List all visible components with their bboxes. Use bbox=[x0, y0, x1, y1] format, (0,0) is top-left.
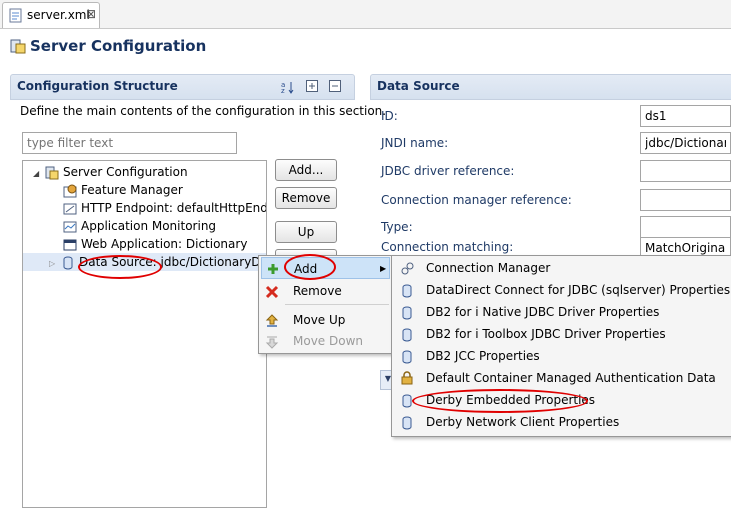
connection-matching-label: Connection matching: bbox=[381, 240, 514, 254]
submenu-item-db2-native-properties[interactable]: DB2 for i Native JDBC Driver Properties bbox=[392, 301, 731, 323]
http-endpoint-icon bbox=[63, 202, 77, 216]
svg-text:z: z bbox=[281, 87, 285, 94]
properties-icon bbox=[400, 349, 414, 364]
close-tab-icon[interactable]: ⊠ bbox=[86, 7, 96, 21]
configuration-structure-section: Configuration Structure az Define the ma… bbox=[10, 74, 386, 508]
section-description: Define the main contents of the configur… bbox=[20, 104, 387, 118]
submenu-item-db2-toolbox-properties[interactable]: DB2 for i Toolbox JDBC Driver Properties bbox=[392, 323, 731, 345]
tree-filter-input[interactable] bbox=[22, 132, 237, 154]
submenu-item-derby-embedded-properties[interactable]: Derby Embedded Properties bbox=[392, 389, 731, 411]
submenu-item-label: Default Container Managed Authentication… bbox=[426, 371, 716, 385]
submenu-arrow-icon: ▶ bbox=[380, 264, 387, 273]
context-menu: Add ▶ Remove Move Up Move Down bbox=[258, 255, 393, 354]
section-title: Configuration Structure bbox=[17, 79, 178, 93]
monitor-icon bbox=[63, 220, 77, 234]
tree-item-server-configuration[interactable]: ◢ Server Configuration bbox=[23, 163, 188, 181]
jdbc-driver-reference-field[interactable] bbox=[640, 160, 731, 182]
add-button[interactable]: Add... bbox=[275, 159, 337, 181]
section-title: Data Source bbox=[377, 79, 460, 93]
move-down-icon bbox=[265, 334, 279, 349]
up-button[interactable]: Up bbox=[275, 221, 337, 243]
tree-item-label: Web Application: Dictionary bbox=[81, 237, 248, 251]
id-label: ID: bbox=[381, 109, 398, 123]
properties-icon bbox=[400, 283, 414, 298]
tree-item-label: Application Monitoring bbox=[81, 219, 217, 233]
properties-icon bbox=[400, 305, 414, 320]
page-title: Server Configuration bbox=[30, 37, 207, 55]
tree-item-label: Feature Manager bbox=[81, 183, 183, 197]
server-config-icon bbox=[10, 38, 26, 57]
submenu-item-label: DB2 JCC Properties bbox=[426, 349, 540, 363]
tree-item-label: Server Configuration bbox=[63, 165, 188, 179]
submenu-item-label: DB2 for i Toolbox JDBC Driver Properties bbox=[426, 327, 666, 341]
server-config-icon bbox=[45, 166, 59, 180]
expand-triangle-icon[interactable]: ▷ bbox=[23, 255, 61, 273]
connection-manager-reference-field[interactable] bbox=[640, 189, 731, 211]
tree-item-label: Data Source: jdbc/DictionaryDB bbox=[79, 255, 267, 269]
collapse-all-icon[interactable] bbox=[329, 80, 342, 96]
submenu-item-label: Connection Manager bbox=[426, 261, 551, 275]
section-header: Data Source bbox=[370, 74, 731, 100]
submenu-item-connection-manager[interactable]: Connection Manager bbox=[392, 257, 731, 279]
submenu-item-db2-jcc-properties[interactable]: DB2 JCC Properties bbox=[392, 345, 731, 367]
tree-item-label: HTTP Endpoint: defaultHttpEndpoint bbox=[81, 201, 267, 215]
menu-item-move-up[interactable]: Move Up bbox=[261, 309, 390, 331]
menu-item-remove[interactable]: Remove bbox=[261, 280, 390, 302]
menu-item-label: Remove bbox=[293, 284, 342, 298]
properties-icon bbox=[400, 415, 414, 430]
tree-item-web-application[interactable]: Web Application: Dictionary bbox=[63, 235, 247, 253]
type-field[interactable] bbox=[640, 216, 731, 238]
expand-all-icon[interactable] bbox=[306, 80, 319, 96]
submenu-item-label: Derby Network Client Properties bbox=[426, 415, 620, 429]
sort-icon[interactable]: az bbox=[281, 80, 295, 97]
xml-file-icon bbox=[9, 8, 23, 26]
menu-item-move-down: Move Down bbox=[261, 330, 390, 352]
submenu-item-label: DB2 for i Native JDBC Driver Properties bbox=[426, 305, 660, 319]
menu-separator bbox=[285, 304, 389, 305]
menu-item-label: Move Up bbox=[293, 313, 346, 327]
tree-item-data-source[interactable]: ▷ Data Source: jdbc/DictionaryDB bbox=[23, 253, 267, 273]
datasource-icon bbox=[61, 256, 75, 270]
form-header: Server Configuration bbox=[0, 29, 731, 65]
editor-tab-server-xml[interactable]: server.xml ⊠ bbox=[2, 2, 100, 28]
lock-icon bbox=[400, 370, 414, 385]
menu-item-label: Add bbox=[294, 262, 318, 276]
add-submenu: Connection Manager DataDirect Connect fo… bbox=[391, 255, 731, 437]
submenu-item-derby-network-client-properties[interactable]: Derby Network Client Properties bbox=[392, 411, 731, 433]
jdbc-driver-reference-label: JDBC driver reference: bbox=[381, 164, 515, 178]
connection-manager-reference-label: Connection manager reference: bbox=[381, 193, 572, 207]
type-label: Type: bbox=[381, 220, 413, 234]
remove-button[interactable]: Remove bbox=[275, 187, 337, 209]
web-app-icon bbox=[63, 238, 77, 252]
editor-tab-label: server.xml bbox=[27, 8, 90, 22]
submenu-item-label: Derby Embedded Properties bbox=[426, 393, 596, 407]
menu-item-label: Move Down bbox=[293, 334, 363, 348]
submenu-item-label: DataDirect Connect for JDBC (sqlserver) … bbox=[426, 283, 731, 297]
configuration-tree: ◢ Server Configuration Feature Manager HT… bbox=[22, 160, 267, 508]
properties-icon bbox=[400, 327, 414, 342]
submenu-item-datadirect-properties[interactable]: DataDirect Connect for JDBC (sqlserver) … bbox=[392, 279, 731, 301]
submenu-item-auth-data[interactable]: Default Container Managed Authentication… bbox=[392, 367, 731, 389]
tree-item-http-endpoint[interactable]: HTTP Endpoint: defaultHttpEndpoint bbox=[63, 199, 267, 217]
jndi-name-label: JNDI name: bbox=[381, 136, 449, 150]
delete-icon bbox=[265, 284, 279, 299]
move-up-icon bbox=[265, 313, 279, 327]
id-field[interactable] bbox=[640, 105, 731, 127]
properties-icon bbox=[400, 393, 414, 408]
section-header: Configuration Structure az bbox=[10, 74, 355, 100]
connection-manager-icon bbox=[400, 261, 414, 275]
collapse-triangle-icon[interactable]: ◢ bbox=[23, 165, 45, 183]
editor-tab-strip: server.xml ⊠ bbox=[0, 0, 731, 29]
menu-item-add[interactable]: Add ▶ bbox=[261, 257, 390, 279]
tree-item-application-monitoring[interactable]: Application Monitoring bbox=[63, 217, 216, 235]
tree-item-feature-manager[interactable]: Feature Manager bbox=[63, 181, 183, 199]
jndi-name-field[interactable] bbox=[640, 132, 731, 154]
plus-icon bbox=[266, 261, 280, 275]
feature-manager-icon bbox=[63, 184, 77, 198]
